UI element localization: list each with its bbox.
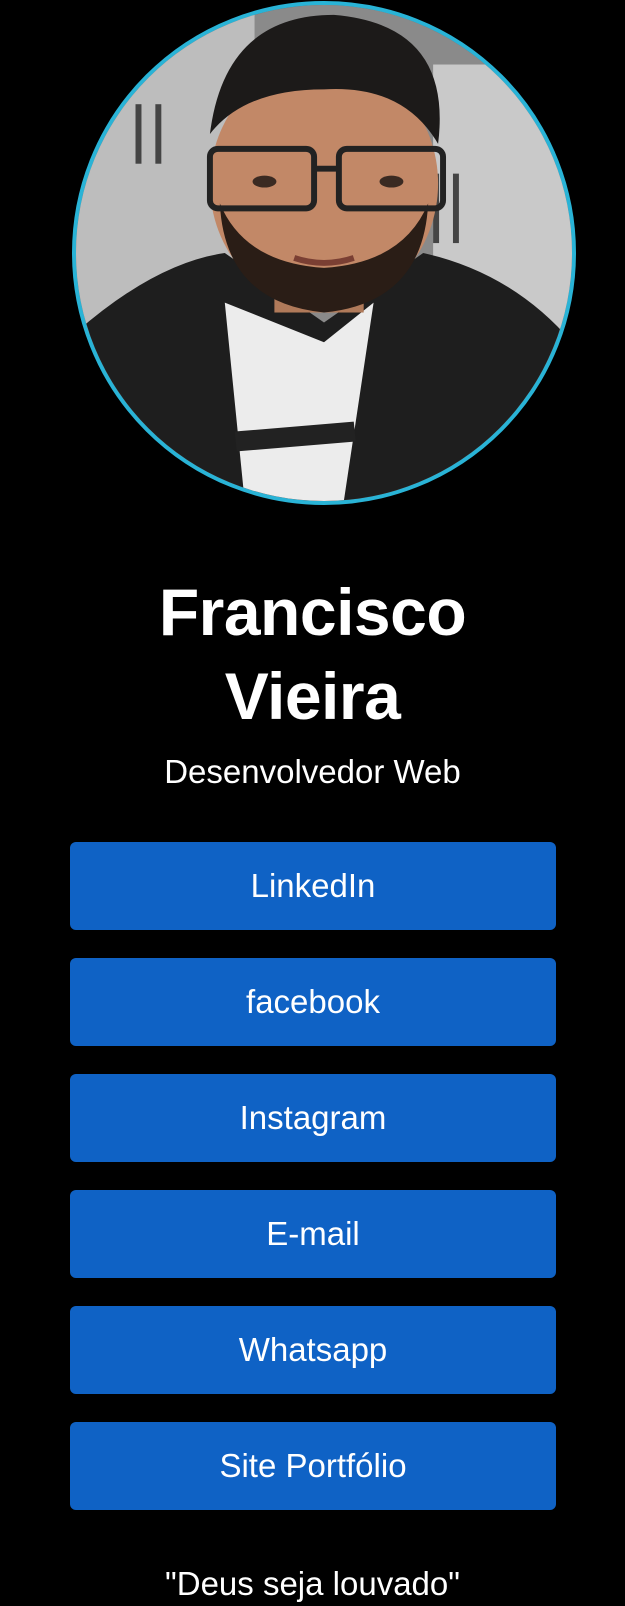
profile-page: Francisco Vieira Desenvolvedor Web Linked…: [0, 0, 625, 1602]
whatsapp-button[interactable]: Whatsapp: [70, 1306, 556, 1394]
portfolio-site-button[interactable]: Site Portfólio: [70, 1422, 556, 1510]
profile-name: Francisco Vieira: [0, 570, 625, 738]
profile-name-line2: Vieira: [224, 659, 401, 733]
email-button[interactable]: E-mail: [70, 1190, 556, 1278]
facebook-button[interactable]: facebook: [70, 958, 556, 1046]
instagram-button[interactable]: Instagram: [70, 1074, 556, 1162]
profile-name-line1: Francisco: [158, 575, 467, 649]
profile-photo: [76, 5, 572, 501]
footer-quote: "Deus seja louvado": [165, 1565, 460, 1602]
profile-title: Desenvolvedor Web: [164, 753, 461, 790]
linkedin-button[interactable]: LinkedIn: [70, 842, 556, 930]
link-list: LinkedIn facebook Instagram E-mail Whats…: [70, 842, 556, 1538]
avatar: [72, 1, 576, 505]
